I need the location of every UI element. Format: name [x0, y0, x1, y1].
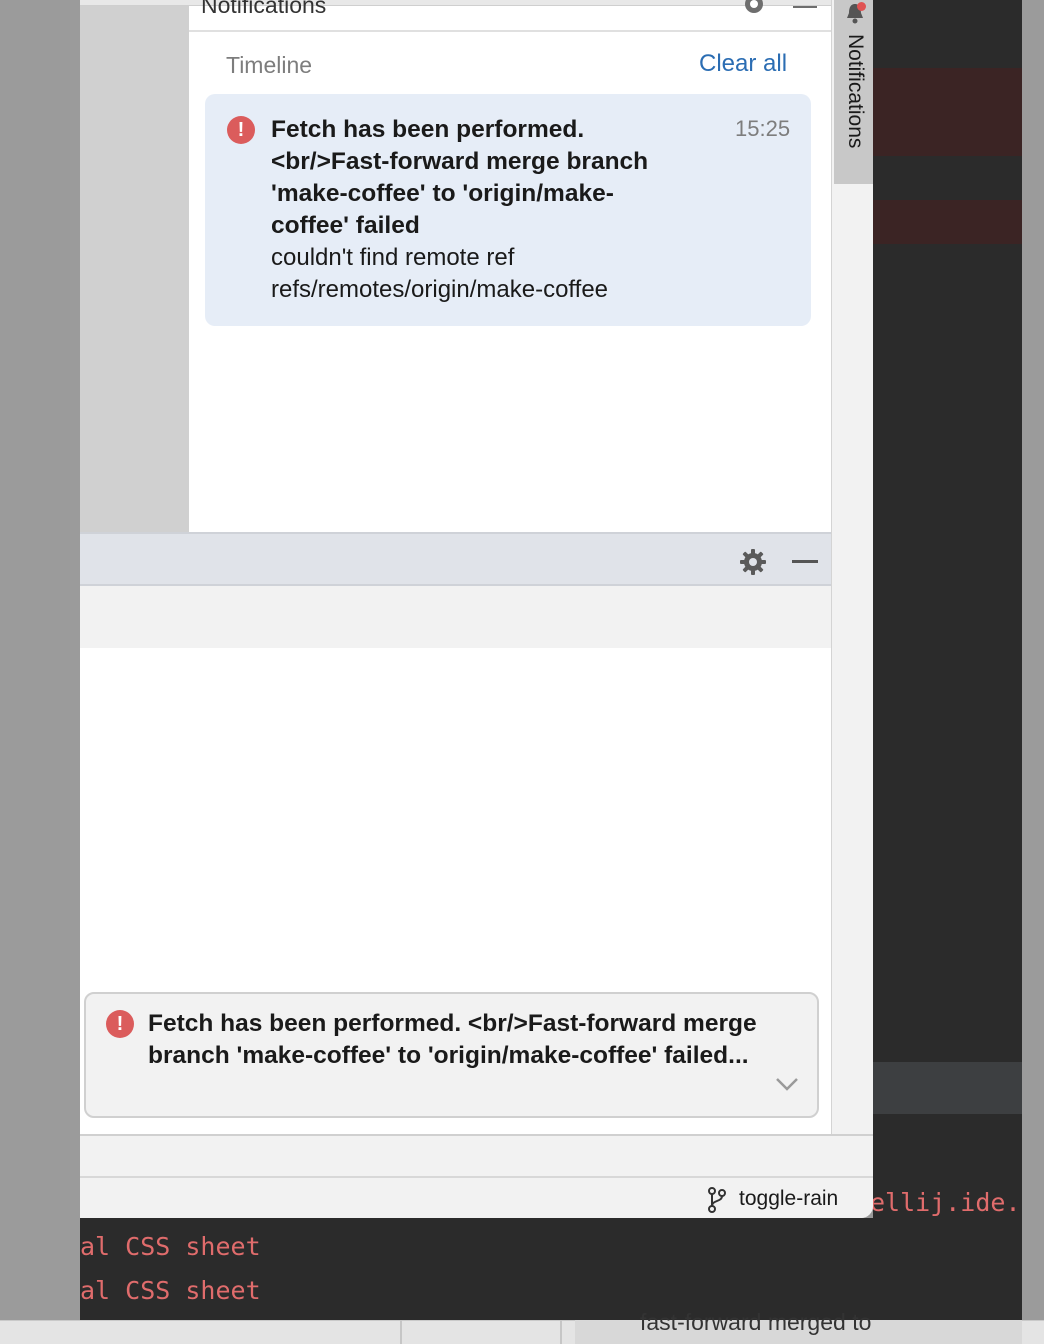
editor-highlight-row — [873, 68, 1022, 156]
code-line: al CSS sheet — [80, 1232, 261, 1261]
code-fragment: ellij.ide. — [870, 1188, 1021, 1217]
tool-window-header — [80, 532, 831, 586]
gear-icon[interactable] — [742, 0, 766, 16]
status-bar: toggle-rain — [80, 1176, 873, 1218]
divider — [400, 1320, 402, 1344]
gear-icon[interactable] — [739, 548, 767, 576]
timeline-label: Timeline — [226, 52, 313, 78]
background-editor-right — [873, 0, 1044, 1320]
balloon-text: Fetch has been performed. <br/>Fast-forw… — [148, 1010, 757, 1069]
git-branch-widget[interactable]: toggle-rain — [739, 1187, 838, 1211]
background-text: fast-forward merged to — [640, 1309, 872, 1335]
minimize-icon[interactable] — [792, 560, 818, 563]
notification-time: 15:25 — [735, 116, 791, 141]
error-icon: ! — [227, 116, 255, 144]
notification-balloon[interactable]: ! Fetch has been performed. <br/>Fast-fo… — [84, 992, 819, 1118]
minimize-icon[interactable] — [793, 6, 817, 8]
background-right-edge — [1022, 0, 1044, 1320]
clear-all-link[interactable]: Clear all — [699, 50, 787, 78]
background-left — [0, 0, 80, 1320]
notifications-panel: Notifications Timeline Clear all ! Fetch… — [189, 0, 831, 532]
tool-window-toolbar — [80, 586, 831, 648]
unread-dot — [857, 2, 866, 11]
panel-title: Notifications — [201, 0, 327, 18]
lower-panel — [80, 1136, 873, 1176]
ide-window: Notifications Timeline Clear all ! Fetch… — [80, 0, 873, 1218]
chevron-down-icon[interactable] — [774, 1074, 800, 1094]
right-tool-strip: Notifications — [831, 0, 873, 1134]
notification-title: Fetch has been performed. <br/>Fast-forw… — [271, 116, 649, 239]
editor-band — [873, 1062, 1022, 1114]
git-branch-icon — [708, 1187, 726, 1213]
error-icon: ! — [106, 1010, 134, 1038]
left-panel — [80, 6, 189, 532]
divider — [560, 1320, 562, 1344]
notifications-tool-button[interactable]: Notifications — [834, 0, 873, 184]
code-line: al CSS sheet — [80, 1276, 261, 1305]
notifications-header: Notifications — [189, 0, 831, 32]
notifications-tool-label: Notifications — [844, 34, 867, 149]
editor-highlight-row — [873, 200, 1022, 244]
notification-card[interactable]: ! Fetch has been performed. <br/>Fast-fo… — [205, 94, 811, 326]
notification-body: couldn't find remote ref refs/remotes/or… — [271, 244, 609, 303]
